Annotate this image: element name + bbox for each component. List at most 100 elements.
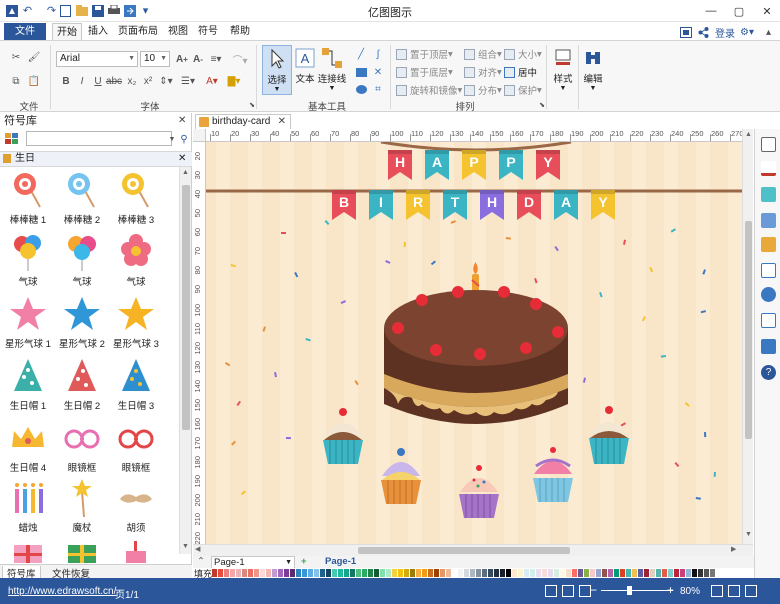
color-swatch[interactable] [632,569,637,577]
normal-view-icon[interactable] [545,585,557,597]
color-swatch[interactable] [422,569,427,577]
library-category-header[interactable]: 生日 ✕ [0,151,192,167]
color-swatch[interactable] [608,569,613,577]
font-dialog-launcher-icon[interactable]: ⬊ [244,97,260,113]
color-swatch[interactable] [230,569,235,577]
hyperlink-panel-icon[interactable] [761,287,776,302]
scroll-down-icon[interactable]: ▼ [182,543,189,550]
color-swatch[interactable] [212,569,217,577]
symbol-star-balloon-1[interactable]: 星形气球 1 [0,293,56,355]
color-swatch[interactable] [314,569,319,577]
color-swatch[interactable] [548,569,553,577]
center-button[interactable]: 居中 [504,65,537,79]
color-swatch[interactable] [536,569,541,577]
color-swatch[interactable] [674,569,679,577]
color-swatch[interactable] [326,569,331,577]
color-swatch[interactable] [578,569,583,577]
scroll-up-icon[interactable]: ▲ [745,131,752,138]
symbol-balloon-3[interactable]: 气球 [108,231,164,293]
color-swatch[interactable] [476,569,481,577]
zoom-slider-track[interactable] [601,590,673,591]
color-swatch[interactable] [434,569,439,577]
color-swatch[interactable] [626,569,631,577]
symbol-party-hat-4[interactable]: 生日帽 4 [0,417,56,479]
color-swatch[interactable] [656,569,661,577]
rotate-mirror-button[interactable]: 旋转和镜像 ▾ [396,83,462,97]
symbol-balloon-2[interactable]: 气球 [54,231,110,293]
color-swatch[interactable] [368,569,373,577]
color-swatch[interactable] [488,569,493,577]
paste-icon[interactable]: 📋 [26,73,42,89]
group-button[interactable]: 组合 ▾ [464,47,502,61]
maximize-icon[interactable]: ▢ [728,2,750,20]
close-window-icon[interactable]: ✕ [756,2,778,20]
align-button[interactable]: 对齐 ▾ [464,65,502,79]
symbol-pink-cake[interactable] [108,535,164,563]
scroll-up-icon[interactable]: ▲ [182,169,189,176]
color-swatch[interactable] [614,569,619,577]
color-swatch[interactable] [248,569,253,577]
copy-icon[interactable]: ⧉ [8,73,24,89]
superscript-icon[interactable]: x² [140,73,156,89]
zoom-slider-knob[interactable] [627,586,632,595]
library-search-input[interactable] [26,131,172,146]
color-swatch[interactable] [302,569,307,577]
color-swatch[interactable] [692,569,697,577]
ellipse-tool-icon[interactable] [353,81,369,97]
tab-view[interactable]: 视图 [164,23,192,41]
color-swatch[interactable] [506,569,511,577]
symbol-gift-green[interactable] [54,535,110,563]
tab-page-layout[interactable]: 页面布局 [114,23,162,41]
format-painter-panel-icon[interactable] [761,137,776,152]
search-icon[interactable]: ⚲ [176,131,192,147]
settings-icon[interactable]: ⚙▾ [740,25,754,39]
pen-tool-icon[interactable]: ✕ [370,64,386,80]
cupcake-image[interactable] [456,460,502,520]
arrange-dialog-launcher-icon[interactable]: ⬊ [534,97,550,113]
color-swatch[interactable] [662,569,667,577]
send-to-back-button[interactable]: 置于底层 ▾ [396,65,453,79]
cupcake-image[interactable] [378,446,424,506]
format-painter-icon[interactable]: 🖌 [26,49,42,65]
select-tool-button[interactable]: 选择 ▼ [262,45,292,95]
zoom-in-icon[interactable]: + [667,583,674,597]
color-swatch[interactable] [380,569,385,577]
color-swatch[interactable] [584,569,589,577]
strikethrough-icon[interactable]: abc [106,73,122,89]
color-swatch[interactable] [374,569,379,577]
curve-tool-icon[interactable]: ∫ [370,46,386,62]
tab-insert[interactable]: 插入 [84,23,112,41]
layers-panel-icon[interactable] [761,237,776,252]
color-swatch[interactable] [494,569,499,577]
shrink-font-icon[interactable]: A- [190,51,206,67]
cut-icon[interactable]: ✂ [8,49,24,65]
color-swatch[interactable] [344,569,349,577]
color-swatch[interactable] [644,569,649,577]
color-swatch[interactable] [224,569,229,577]
color-swatch[interactable] [680,569,685,577]
collapse-ribbon-icon[interactable]: ▴ [766,25,771,39]
birthday-cake-image[interactable] [376,262,586,447]
italic-icon[interactable]: I [74,73,90,89]
library-scroll-thumb[interactable] [182,185,190,430]
library-menu-icon[interactable] [4,131,20,147]
color-swatch[interactable] [686,569,691,577]
distribute-button[interactable]: 分布 ▾ [464,83,502,97]
line-tool-icon[interactable]: ╱ [353,46,369,62]
crop-tool-icon[interactable]: ⌗ [370,81,386,97]
edit-button[interactable]: 编辑 ▼ [580,45,606,95]
subscript-icon[interactable]: x₂ [124,73,140,89]
symbol-lollipop-1[interactable]: 棒棒糖 1 [0,169,56,231]
page-panel-icon[interactable] [761,263,776,278]
cupcake-image[interactable] [320,406,366,466]
tab-file[interactable]: 文件 [4,23,46,41]
color-swatch[interactable] [260,569,265,577]
comments-panel-icon[interactable] [761,339,776,354]
font-color-icon[interactable]: A▾ [204,73,220,89]
color-swatch[interactable] [572,569,577,577]
color-swatch[interactable] [350,569,355,577]
tab-symbols[interactable]: 符号 [194,23,222,41]
color-swatch[interactable] [404,569,409,577]
color-swatch[interactable] [566,569,571,577]
color-swatch[interactable] [332,569,337,577]
